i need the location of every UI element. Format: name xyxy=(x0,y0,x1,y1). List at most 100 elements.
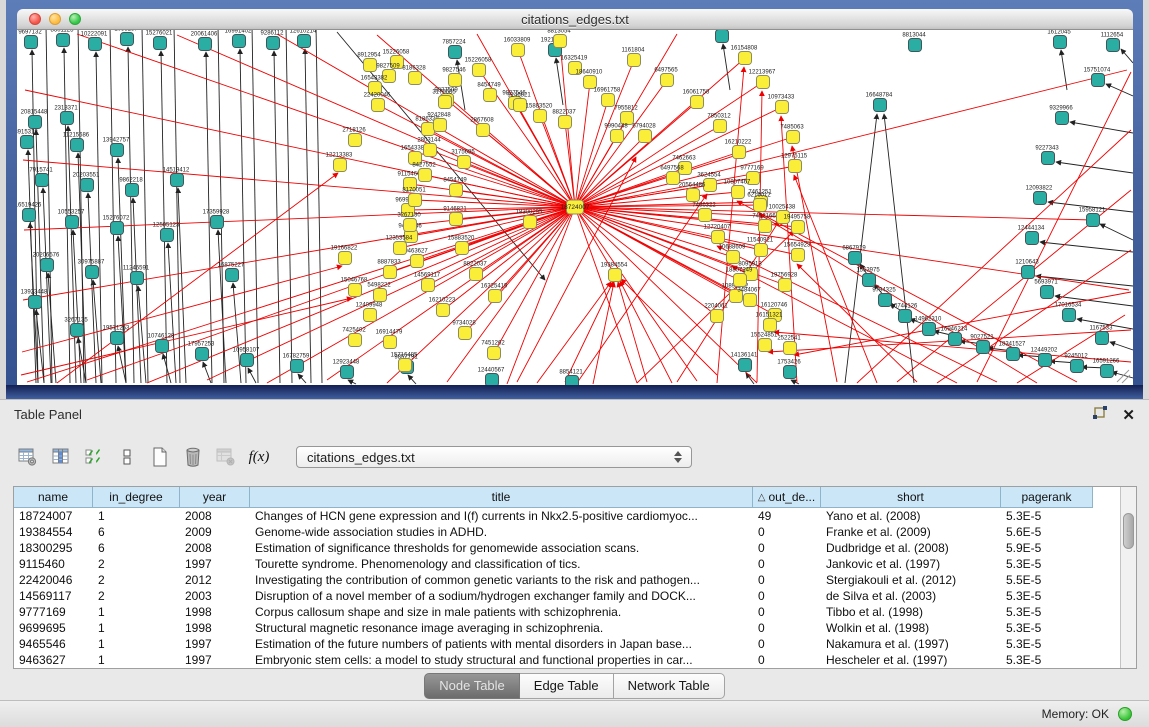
cell-in_degree[interactable]: 1 xyxy=(93,508,180,524)
network-node[interactable] xyxy=(156,340,169,353)
network-node[interactable] xyxy=(609,269,622,282)
cell-year[interactable]: 1998 xyxy=(180,620,250,636)
cell-short[interactable]: Nakamura et al. (1997) xyxy=(821,636,1001,652)
network-node[interactable] xyxy=(486,374,499,386)
network-node[interactable] xyxy=(449,74,462,87)
cell-out_degree[interactable]: 0 xyxy=(753,572,821,588)
network-node[interactable] xyxy=(1022,266,1035,279)
network-node[interactable] xyxy=(639,130,652,143)
table-row[interactable]: 911546021997Tourette syndrome. Phenomeno… xyxy=(14,556,1120,572)
network-node[interactable] xyxy=(411,255,424,268)
row-height-button[interactable] xyxy=(115,444,139,470)
cell-short[interactable]: Wolkin et al. (1998) xyxy=(821,620,1001,636)
cell-title[interactable]: Estimation of significance thresholds fo… xyxy=(250,540,753,556)
network-graph[interactable]: 9697132860112310222091105528715276021200… xyxy=(17,30,1133,385)
network-node[interactable] xyxy=(789,160,802,173)
cell-name[interactable]: 9463627 xyxy=(14,652,93,668)
network-node[interactable] xyxy=(764,319,777,332)
cell-short[interactable]: Hescheler et al. (1997) xyxy=(821,652,1001,668)
cell-year[interactable]: 1998 xyxy=(180,604,250,620)
cell-title[interactable]: Changes of HCN gene expression and I(f) … xyxy=(250,508,753,524)
network-node[interactable] xyxy=(687,189,700,202)
cell-title[interactable]: Corpus callosum shape and size in male p… xyxy=(250,604,753,620)
network-node[interactable] xyxy=(1087,214,1100,227)
cell-in_degree[interactable]: 6 xyxy=(93,524,180,540)
network-node[interactable] xyxy=(233,35,246,48)
network-node[interactable] xyxy=(711,310,724,323)
network-node[interactable] xyxy=(744,294,757,307)
network-node[interactable] xyxy=(298,35,311,48)
network-node[interactable] xyxy=(419,169,432,182)
network-node[interactable] xyxy=(716,30,729,43)
network-node[interactable] xyxy=(473,64,486,77)
network-node[interactable] xyxy=(879,294,892,307)
cell-pagerank[interactable]: 5.3E-5 xyxy=(1001,604,1093,620)
cell-out_degree[interactable]: 0 xyxy=(753,652,821,668)
network-node[interactable] xyxy=(1063,309,1076,322)
network-node[interactable] xyxy=(566,376,579,386)
cell-pagerank[interactable]: 5.3E-5 xyxy=(1001,556,1093,572)
cell-title[interactable]: Structural magnetic resonance image aver… xyxy=(250,620,753,636)
network-node[interactable] xyxy=(434,119,447,132)
cell-name[interactable]: 18300295 xyxy=(14,540,93,556)
network-node[interactable] xyxy=(602,94,615,107)
table-row[interactable]: 1830029562008Estimation of significance … xyxy=(14,540,1120,556)
network-node[interactable] xyxy=(733,146,746,159)
close-panel-icon[interactable]: ✕ xyxy=(1122,408,1135,424)
network-node[interactable] xyxy=(154,37,167,50)
cell-year[interactable]: 1997 xyxy=(180,556,250,572)
network-node[interactable] xyxy=(628,54,641,67)
cell-pagerank[interactable]: 5.6E-5 xyxy=(1001,524,1093,540)
cell-year[interactable]: 1997 xyxy=(180,636,250,652)
network-node[interactable] xyxy=(456,242,469,255)
network-node[interactable] xyxy=(727,251,740,264)
cell-name[interactable]: 14569117 xyxy=(14,588,93,604)
network-node[interactable] xyxy=(349,334,362,347)
network-node[interactable] xyxy=(1101,365,1114,378)
network-node[interactable] xyxy=(732,186,745,199)
cell-name[interactable]: 9115460 xyxy=(14,556,93,572)
cell-in_degree[interactable]: 2 xyxy=(93,556,180,572)
network-node[interactable] xyxy=(489,290,502,303)
table-row[interactable]: 969969511998Structural magnetic resonanc… xyxy=(14,620,1120,636)
network-node[interactable] xyxy=(267,37,280,50)
network-node[interactable] xyxy=(1092,74,1105,87)
network-node[interactable] xyxy=(349,134,362,147)
network-node[interactable] xyxy=(364,309,377,322)
cell-year[interactable]: 2012 xyxy=(180,572,250,588)
table-scrollbar[interactable] xyxy=(1120,487,1136,668)
network-node[interactable] xyxy=(131,272,144,285)
tab-network-table[interactable]: Network Table xyxy=(614,673,725,699)
network-node[interactable] xyxy=(899,310,912,323)
network-node[interactable] xyxy=(923,323,936,336)
network-node[interactable] xyxy=(691,96,704,109)
cell-title[interactable]: Estimation of the future numbers of pati… xyxy=(250,636,753,652)
network-node[interactable] xyxy=(334,159,347,172)
network-node[interactable] xyxy=(699,209,712,222)
network-node[interactable] xyxy=(488,347,501,360)
cell-in_degree[interactable]: 1 xyxy=(93,604,180,620)
cell-name[interactable]: 9777169 xyxy=(14,604,93,620)
cell-out_degree[interactable]: 0 xyxy=(753,556,821,572)
network-node[interactable] xyxy=(450,184,463,197)
network-node[interactable] xyxy=(384,266,397,279)
table-row[interactable]: 946554611997Estimation of the future num… xyxy=(14,636,1120,652)
network-node[interactable] xyxy=(349,284,362,297)
network-node[interactable] xyxy=(534,110,547,123)
cell-title[interactable]: Tourette syndrome. Phenomenology and cla… xyxy=(250,556,753,572)
cell-out_degree[interactable]: 0 xyxy=(753,540,821,556)
network-node[interactable] xyxy=(211,216,224,229)
network-node[interactable] xyxy=(759,220,772,233)
tab-edge-table[interactable]: Edge Table xyxy=(520,673,614,699)
table-row[interactable]: 977716911998Corpus callosum shape and si… xyxy=(14,604,1120,620)
network-node[interactable] xyxy=(754,199,767,212)
float-panel-icon[interactable] xyxy=(1092,405,1108,426)
table-row[interactable]: 1872400712008Changes of HCN gene express… xyxy=(14,508,1120,524)
cell-in_degree[interactable]: 1 xyxy=(93,636,180,652)
cell-pagerank[interactable]: 5.5E-5 xyxy=(1001,572,1093,588)
table-row[interactable]: 1938455462009Genome-wide association stu… xyxy=(14,524,1120,540)
network-node[interactable] xyxy=(384,336,397,349)
cell-short[interactable]: Dudbridge et al. (2008) xyxy=(821,540,1001,556)
network-node[interactable] xyxy=(23,209,36,222)
network-node[interactable] xyxy=(86,266,99,279)
